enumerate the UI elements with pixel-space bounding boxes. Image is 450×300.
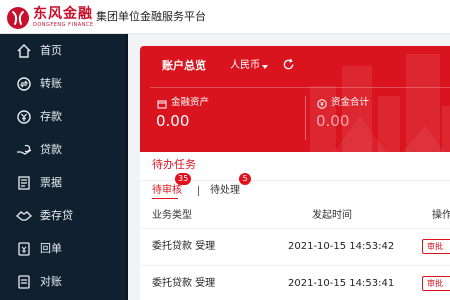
yuan-coin-icon (317, 99, 327, 109)
platform-title: 集团单位金融服务平台 (96, 10, 206, 23)
home-icon (17, 43, 31, 58)
approve-button[interactable]: 审批 (422, 239, 450, 254)
todo-tasks-title: 待办任务 (152, 158, 196, 171)
sidebar-item-label: 转账 (40, 76, 62, 90)
sidebar-item-label: 票据 (40, 175, 62, 189)
sidebar-item-home[interactable]: 首页 (0, 34, 128, 67)
fund-total-value: 0.00 (316, 112, 350, 130)
sidebar-item-label: 委存贷 (40, 208, 73, 222)
row-type: 委托贷款 受理 (152, 278, 216, 289)
sidebar: 首页 转账 存款 贷款 票据 委存贷 回单 对账 (0, 34, 128, 300)
process-count-badge: 5 (239, 173, 251, 185)
row-type: 委托贷款 受理 (152, 241, 216, 252)
table-row: 委托贷款 受理 2021-10-15 14:53:41 审批 (140, 273, 450, 297)
column-header-action: 操作 (432, 210, 450, 221)
receipt-icon (18, 241, 30, 256)
sidebar-item-bill[interactable]: 票据 (0, 166, 128, 199)
sidebar-item-label: 贷款 (40, 142, 62, 156)
refresh-icon[interactable] (282, 58, 295, 71)
fund-total-label: 资金合计 (331, 97, 370, 108)
tab-separator (198, 186, 199, 196)
entrust-icon (16, 210, 32, 221)
active-tab-underline (152, 198, 178, 199)
review-count-badge: 35 (175, 173, 192, 185)
sidebar-item-receipt[interactable]: 回单 (0, 232, 128, 265)
divider (150, 87, 450, 88)
sidebar-item-reconcile[interactable]: 对账 (0, 265, 128, 298)
financial-assets-label: 金融资产 (171, 97, 210, 108)
column-header-time: 发起时间 (312, 210, 352, 221)
row-time: 2021-10-15 14:53:41 (288, 278, 395, 289)
sidebar-item-label: 对账 (40, 274, 62, 288)
approve-button[interactable]: 审批 (422, 276, 450, 291)
divider (305, 96, 306, 140)
divider (140, 228, 450, 229)
financial-assets-value: 0.00 (156, 112, 190, 130)
sidebar-item-label: 回单 (40, 241, 62, 255)
sidebar-item-transfer[interactable]: 转账 (0, 67, 128, 100)
divider (140, 265, 450, 266)
sidebar-item-loan[interactable]: 贷款 (0, 133, 128, 166)
row-time: 2021-10-15 14:53:42 (288, 241, 395, 252)
brand-name: 东风金融 (33, 6, 93, 22)
tab-pending-process[interactable]: 待处理 (210, 184, 240, 197)
transfer-icon (17, 76, 31, 91)
sidebar-item-label: 存款 (40, 109, 62, 123)
overview-title: 账户总览 (162, 59, 206, 72)
column-header-type: 业务类型 (152, 210, 192, 221)
sidebar-item-label: 首页 (40, 43, 62, 57)
bill-icon (18, 175, 30, 190)
dongfeng-logo-icon[interactable] (6, 6, 30, 30)
sidebar-item-deposit[interactable]: 存款 (0, 100, 128, 133)
currency-select[interactable]: 人民币 (230, 59, 260, 73)
todo-tasks-panel: 待办任务 待审核 35 待处理 5 业务类型 发起时间 操作 委托贷款 受理 2… (140, 152, 450, 300)
loan-icon (17, 144, 32, 155)
tab-pending-review[interactable]: 待审核 (152, 184, 182, 197)
main-content: 账户总览 人民币 金融资产 0.00 资金合计 0.00 待办任务 待审核 35… (130, 34, 450, 300)
table-row: 委托贷款 受理 2021-10-15 14:53:42 审批 (140, 236, 450, 260)
chevron-down-icon[interactable] (262, 65, 268, 69)
reconcile-icon (18, 274, 30, 289)
brand-name-en: DONGFENG FINANCE (33, 22, 94, 28)
deposit-icon (17, 109, 31, 124)
sidebar-item-entrust[interactable]: 委存贷 (0, 199, 128, 232)
top-header: 东风金融 DONGFENG FINANCE 集团单位金融服务平台 (0, 0, 450, 34)
wallet-icon (157, 100, 167, 109)
